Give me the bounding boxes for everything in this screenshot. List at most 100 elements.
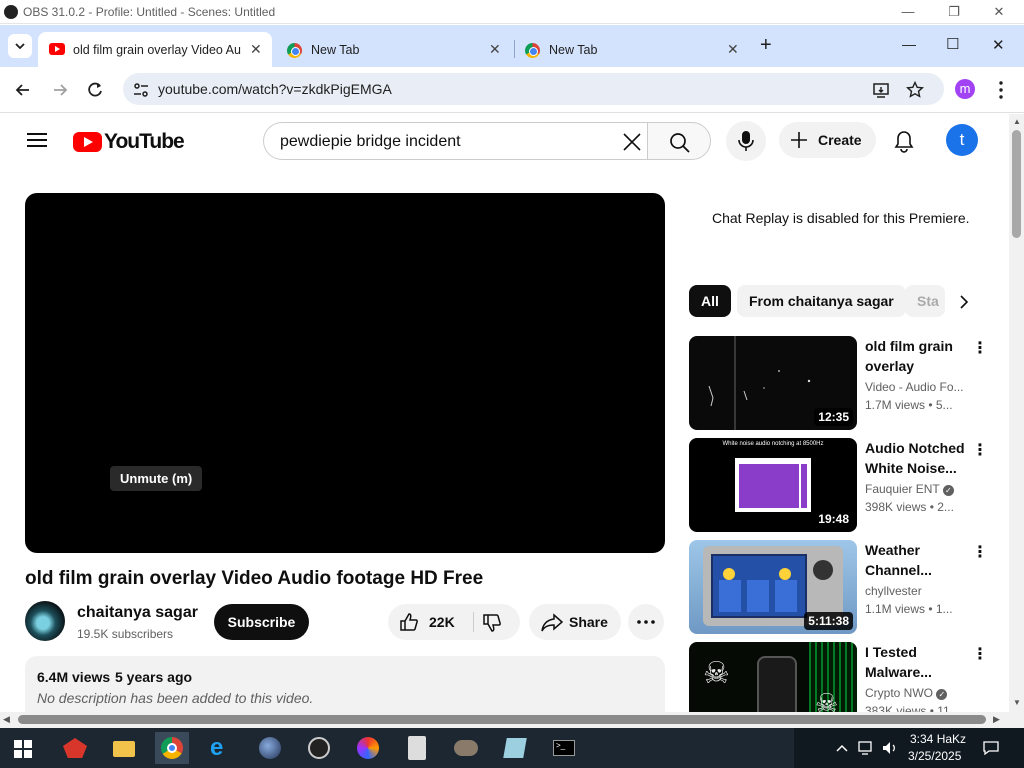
volume-icon[interactable] (881, 740, 899, 756)
reload-icon[interactable] (84, 79, 106, 101)
clear-search-icon[interactable] (622, 132, 642, 152)
subscribe-button[interactable]: Subscribe (214, 604, 309, 640)
browser-minimize-button[interactable]: — (902, 36, 916, 52)
recommendation-title: Audio Notched White Noise... (865, 440, 965, 476)
address-bar[interactable]: youtube.com/watch?v=zkdkPigEMGA (123, 73, 944, 105)
channel-avatar[interactable] (25, 601, 65, 641)
action-center-icon[interactable] (982, 740, 1000, 756)
more-vertical-icon[interactable]: ⋮ (972, 440, 988, 460)
video-player[interactable]: Unmute (m) (25, 193, 665, 553)
clock-date[interactable]: 3/25/2025 (908, 749, 961, 763)
terminal-icon[interactable]: >_ (547, 732, 581, 764)
obs-taskbar-icon[interactable] (302, 732, 336, 764)
chip-sta[interactable]: Sta (905, 285, 945, 317)
tab-youtube[interactable]: old film grain overlay Video Au ✕ (38, 32, 272, 67)
tab-label: old film grain overlay Video Au (73, 43, 241, 57)
subscriber-count: 19.5K subscribers (77, 627, 174, 641)
obs-minimize-button[interactable]: — (893, 2, 923, 22)
tab-close-button[interactable]: ✕ (727, 41, 739, 58)
back-arrow-icon[interactable] (12, 79, 34, 101)
browser-maximize-button[interactable]: ☐ (946, 35, 959, 53)
bookmark-star-icon[interactable] (906, 81, 924, 99)
youtube-logo-text[interactable]: YouTube (104, 130, 185, 154)
new-tab-button[interactable]: + (760, 34, 772, 57)
install-app-icon[interactable] (872, 81, 890, 99)
tab-close-button[interactable]: ✕ (489, 41, 501, 58)
obs-restore-button[interactable]: ❐ (939, 2, 969, 22)
forward-arrow-icon[interactable] (49, 79, 71, 101)
internet-explorer-icon[interactable]: e (204, 732, 238, 764)
weather-tile (775, 580, 797, 612)
site-settings-icon[interactable] (133, 82, 149, 98)
hamburger-menu-icon[interactable] (26, 131, 48, 149)
create-button[interactable]: Create (779, 122, 876, 158)
thumbs-down-icon[interactable] (482, 613, 502, 633)
unmute-button[interactable]: Unmute (m) (110, 466, 203, 491)
cube-app-icon[interactable] (498, 732, 532, 764)
colorful-app-icon[interactable] (351, 732, 385, 764)
tray-chevron-up-icon[interactable] (835, 741, 849, 755)
recommendation-item[interactable]: 12:35 old film grain overlay |Video... V… (689, 336, 999, 430)
account-avatar[interactable]: t (946, 124, 978, 156)
scroll-down-icon[interactable]: ▼ (1013, 698, 1021, 707)
search-icon (670, 133, 690, 153)
scroll-up-icon[interactable]: ▲ (1013, 117, 1021, 126)
description-box[interactable]: 6.4M views 5 years ago No description ha… (25, 656, 665, 714)
skull-icon: ☠ (815, 688, 839, 714)
youtube-logo-icon[interactable] (73, 132, 102, 152)
chip-all[interactable]: All (689, 285, 731, 317)
scroll-left-icon[interactable]: ◀ (3, 714, 10, 725)
chrome-taskbar-icon[interactable] (155, 732, 189, 764)
chevron-down-icon (15, 43, 25, 50)
tab-label: New Tab (549, 43, 598, 57)
video-duration: 12:35 (814, 408, 853, 426)
tab-close-button[interactable]: ✕ (250, 41, 262, 58)
search-input[interactable]: pewdiepie bridge incident (263, 122, 648, 160)
browser-close-button[interactable]: ✕ (992, 36, 1005, 54)
obs-close-button[interactable]: ✕ (984, 2, 1014, 22)
file-explorer-icon[interactable] (107, 732, 141, 764)
vertical-scroll-thumb[interactable] (1012, 130, 1021, 238)
tab-new-tab-1[interactable]: New Tab ✕ (276, 32, 512, 67)
gimp-icon[interactable] (449, 732, 483, 764)
chevron-right-icon[interactable] (957, 294, 971, 310)
more-vertical-icon[interactable]: ⋮ (972, 644, 988, 664)
browser-menu-icon[interactable] (992, 79, 1010, 101)
channel-name[interactable]: chaitanya sagar (77, 604, 198, 622)
clock-time[interactable]: 3:34 HaKz (910, 732, 966, 746)
recommendation-meta: 1.7M views • 5... (865, 398, 953, 412)
recommendation-thumbnail[interactable]: 5:11:38 (689, 540, 857, 634)
recommendation-item[interactable]: 5:11:38 Weather Channel... chyllvester 1… (689, 540, 999, 634)
weather-tile (719, 580, 741, 612)
sun-icon (779, 568, 791, 580)
windows-start-icon[interactable] (14, 740, 32, 758)
scroll-right-icon[interactable]: ▶ (993, 714, 1000, 725)
app-icon-red[interactable] (58, 732, 92, 764)
more-vertical-icon[interactable]: ⋮ (972, 338, 988, 358)
description-text: No description has been added to this vi… (37, 690, 314, 706)
recommendation-thumbnail[interactable]: ☠ ☠ (689, 642, 857, 714)
notifications-bell-icon[interactable] (893, 130, 915, 154)
tab-search-button[interactable] (8, 34, 32, 58)
network-icon[interactable] (858, 740, 876, 756)
profile-avatar[interactable]: m (955, 79, 975, 99)
search-button[interactable] (647, 122, 711, 160)
recommendation-item[interactable]: White noise audio notching at 8500Hz 19:… (689, 438, 999, 532)
horizontal-scrollbar[interactable]: ◀ ▶ (0, 712, 1024, 728)
more-actions-button[interactable] (628, 604, 664, 640)
recommendation-item[interactable]: ☠ ☠ I Tested Malware... Crypto NWO ✓ 383… (689, 642, 999, 714)
voice-search-button[interactable] (726, 121, 766, 161)
recommendation-thumbnail[interactable]: 12:35 (689, 336, 857, 430)
vertical-scrollbar[interactable]: ▲ ▼ (1009, 114, 1024, 714)
like-button[interactable]: 22K (388, 604, 468, 640)
recommendation-thumbnail[interactable]: White noise audio notching at 8500Hz 19:… (689, 438, 857, 532)
more-vertical-icon[interactable]: ⋮ (972, 542, 988, 562)
horizontal-scroll-thumb[interactable] (18, 715, 986, 724)
youtube-favicon-icon (49, 43, 65, 55)
youtube-page: YouTube pewdiepie bridge incident Create… (0, 114, 1024, 714)
globe-app-icon[interactable] (253, 732, 287, 764)
chip-from-channel[interactable]: From chaitanya sagar (737, 285, 906, 317)
tab-new-tab-2[interactable]: New Tab ✕ (514, 32, 750, 67)
notepad-app-icon[interactable] (400, 732, 434, 764)
share-button[interactable]: Share (529, 604, 621, 640)
